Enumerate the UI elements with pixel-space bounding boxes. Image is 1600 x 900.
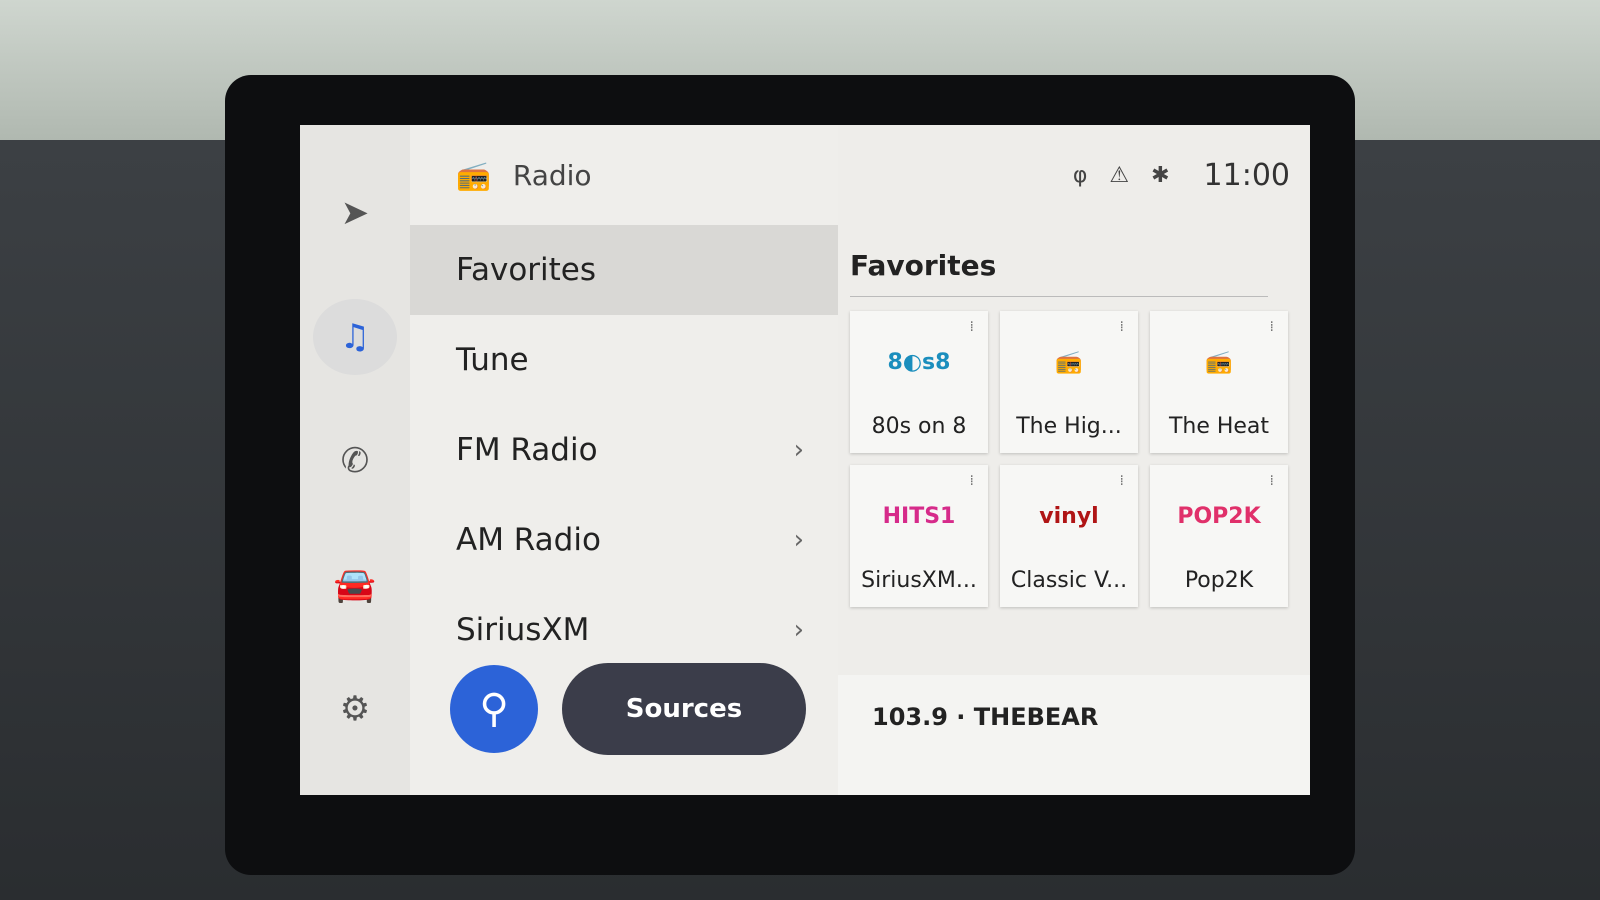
favorite-tile[interactable]: ⁞ POP2K Pop2K (1150, 465, 1288, 607)
now-playing-bar[interactable]: 103.9 · THEBEAR (838, 675, 1310, 795)
now-playing-station: 103.9 · THEBEAR (872, 703, 1099, 731)
favorite-tile[interactable]: ⁞ 📻 The Hig... (1000, 311, 1138, 453)
station-name: Classic V... (1010, 568, 1128, 593)
drag-handle-icon[interactable]: ⁞ (1270, 473, 1274, 489)
drag-handle-icon[interactable]: ⁞ (970, 319, 974, 335)
gear-icon[interactable]: ⚙ (313, 671, 397, 747)
chevron-right-icon: › (793, 525, 804, 555)
page-title: Radio (512, 158, 592, 192)
clock: 11:00 (1203, 157, 1290, 193)
wireless-charging-icon: φ (1072, 162, 1088, 188)
menu-item-siriusxm[interactable]: SiriusXM › (410, 585, 838, 675)
side-rail: ➤ ♫ ✆ 🚘 ⚙ (300, 125, 410, 795)
drag-handle-icon[interactable]: ⁞ (1270, 319, 1274, 335)
menu-item-label: FM Radio (456, 432, 598, 468)
phone-icon[interactable]: ✆ (313, 423, 397, 499)
menu-item-label: Tune (456, 342, 529, 378)
station-name: The Heat (1168, 414, 1270, 439)
favorites-heading: Favorites (850, 225, 1268, 297)
drag-handle-icon[interactable]: ⁞ (1120, 473, 1124, 489)
sources-button[interactable]: Sources (562, 663, 806, 755)
chevron-right-icon: › (793, 435, 804, 465)
favorite-tile[interactable]: ⁞ HITS1 SiriusXM... (850, 465, 988, 607)
infotainment-screen: ➤ ♫ ✆ 🚘 ⚙ 📻 Radio Favorites Tune FM Radi… (300, 125, 1310, 795)
music-note-icon[interactable]: ♫ (313, 299, 397, 375)
menu-header: 📻 Radio (410, 125, 838, 225)
menu-item-tune[interactable]: Tune (410, 315, 838, 405)
station-name: Pop2K (1184, 568, 1254, 593)
station-logo: HITS1 (882, 504, 956, 529)
menu-item-am-radio[interactable]: AM Radio › (410, 495, 838, 585)
station-logo: vinyl (1039, 504, 1099, 529)
favorite-tile[interactable]: ⁞ 📻 The Heat (1150, 311, 1288, 453)
station-logo: POP2K (1177, 504, 1261, 529)
station-logo: 8◐s8 (887, 350, 951, 375)
radio-icon: 📻 (456, 158, 491, 192)
drag-handle-icon[interactable]: ⁞ (970, 473, 974, 489)
search-button[interactable]: ⚲ (450, 665, 538, 753)
favorites-grid: ⁞ 8◐s8 80s on 8 ⁞ 📻 The Hig... ⁞ 📻 The Heat ⁞ HITS… (850, 311, 1298, 607)
menu-item-label: Favorites (456, 252, 597, 288)
menu-item-label: AM Radio (456, 522, 601, 558)
station-name: 80s on 8 (871, 414, 967, 439)
menu-item-label: SiriusXM (456, 612, 590, 648)
radio-menu: 📻 Radio Favorites Tune FM Radio › AM Radi… (410, 125, 838, 795)
favorite-tile[interactable]: ⁞ 8◐s8 80s on 8 (850, 311, 988, 453)
station-name: The Hig... (1016, 414, 1122, 439)
station-logo: 📻 (1205, 350, 1233, 375)
menu-item-fm-radio[interactable]: FM Radio › (410, 405, 838, 495)
navigation-icon[interactable]: ➤ (313, 175, 397, 251)
drag-handle-icon[interactable]: ⁞ (1120, 319, 1124, 335)
search-icon: ⚲ (479, 686, 509, 732)
seatbelt-off-icon: ⚠ (1109, 162, 1130, 188)
chevron-right-icon: › (793, 615, 804, 645)
station-logo: 📻 (1055, 350, 1083, 375)
favorite-tile[interactable]: ⁞ vinyl Classic V... (1000, 465, 1138, 607)
bottom-actions: ⚲ Sources (450, 663, 806, 755)
car-icon[interactable]: 🚘 (313, 547, 397, 623)
status-bar: φ ⚠ ✱ 11:00 (850, 125, 1298, 225)
bluetooth-icon: ✱ (1151, 162, 1170, 188)
station-name: SiriusXM... (861, 568, 977, 593)
menu-item-favorites[interactable]: Favorites (410, 225, 838, 315)
favorites-panel: φ ⚠ ✱ 11:00 Favorites ⁞ 8◐s8 80s on 8 ⁞ 📻 The… (838, 125, 1310, 795)
